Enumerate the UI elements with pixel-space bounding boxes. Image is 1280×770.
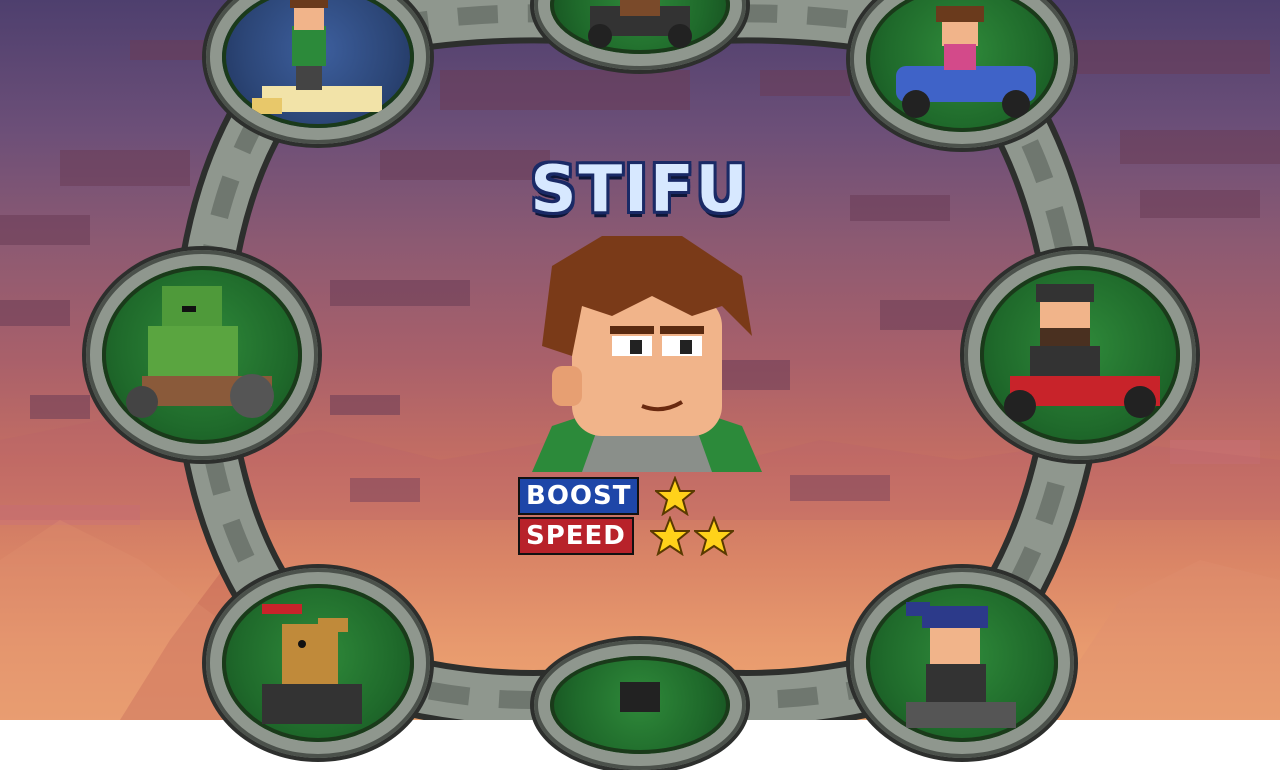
slot-frame [550,0,730,54]
star-rating [649,516,734,556]
slot-frame [866,584,1058,742]
slot-frame [222,0,414,128]
selected-character-name: STIFU [530,153,750,227]
stat-label: SPEED [520,519,632,553]
goat-racer-portrait-icon [262,604,362,724]
kart-racer-portrait-icon [252,0,382,114]
kart-racer-portrait-icon [896,6,1036,118]
star-icon [693,516,734,556]
star-icon [655,476,696,516]
slot-frame [980,266,1180,444]
stat-label: BOOST [520,479,638,513]
ninja-girl-racer-portrait-icon [906,602,1016,728]
slot-frame [866,0,1058,132]
character-select-screen: STIFU BOOST SPEED [0,0,1280,770]
star-rating [655,476,696,516]
character-slot-top-left[interactable] [206,0,430,144]
character-slot-bottom-left[interactable] [206,568,430,758]
character-slot-middle-left[interactable] [86,250,318,460]
slot-frame [222,584,414,742]
selected-character-portrait [532,236,762,472]
stat-row-boost: BOOST [520,476,696,516]
bearded-racer-portrait-icon [1004,284,1160,422]
character-slot-top-right[interactable] [850,0,1074,148]
slot-frame [550,656,730,754]
kart-racer-portrait-icon [620,682,660,712]
kart-racer-portrait-icon [588,0,692,48]
slot-frame [102,266,302,444]
character-slot-bottom-right[interactable] [850,568,1074,758]
star-icon [649,516,690,556]
stat-row-speed: SPEED [520,516,734,556]
ogre-racer-portrait-icon [126,286,274,418]
character-slot-middle-right[interactable] [964,250,1196,460]
character-slot-bottom-center[interactable] [534,640,746,770]
